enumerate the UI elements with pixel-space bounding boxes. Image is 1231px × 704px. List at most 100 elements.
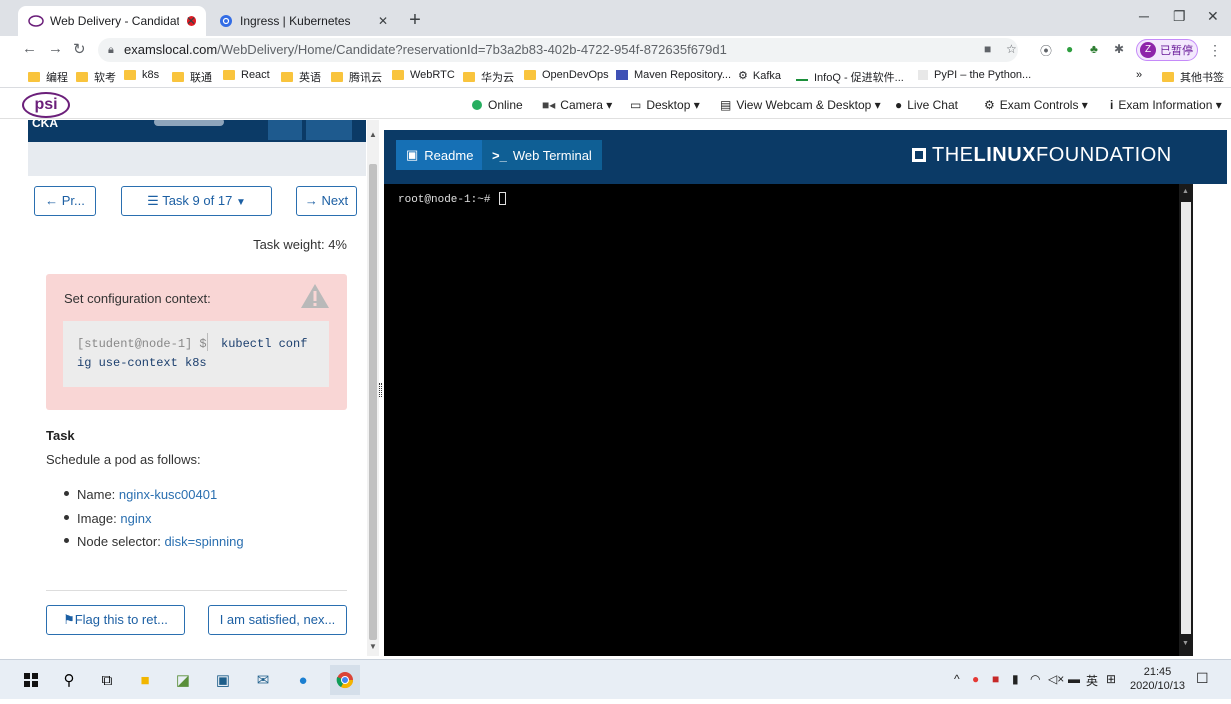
bookmarks-overflow-button[interactable]: » [1136, 69, 1142, 81]
panel-tool-button[interactable] [306, 120, 352, 140]
scroll-up-icon[interactable]: ▲ [1182, 188, 1189, 195]
task-view-icon[interactable]: ⧉ [96, 669, 118, 691]
folder-icon [124, 70, 136, 80]
previous-task-button[interactable]: ← Pr... [34, 186, 96, 216]
notification-icon[interactable]: ☐ [1196, 670, 1209, 687]
extension-off-icon[interactable]: ♣ [1090, 42, 1098, 56]
minimize-icon[interactable]: ─ [1139, 8, 1149, 24]
lock-icon: 🔒︎ [108, 44, 114, 56]
forward-icon[interactable]: → [48, 40, 63, 57]
extensions-puzzle-icon[interactable]: ✱ [1114, 42, 1124, 56]
tray-app-icon[interactable]: ■ [992, 672, 999, 686]
scroll-down-icon[interactable]: ▼ [1182, 640, 1189, 647]
browser-tab-strip: Web Delivery - Candidate ✕ Ingress | Kub… [0, 0, 1231, 36]
camera-indicator-icon[interactable]: ■ [984, 42, 991, 56]
input-language[interactable]: 英 [1086, 672, 1098, 689]
mail-icon[interactable]: ✉ [252, 669, 274, 691]
bookmark-link[interactable]: ⚙︎ Kafka [738, 69, 781, 83]
tab-ingress-kubernetes[interactable]: Ingress | Kubernetes ✕ [208, 6, 398, 36]
chrome-taskbar-icon[interactable] [330, 665, 360, 695]
evernote-icon[interactable]: ● [1066, 42, 1073, 56]
bookmark-link[interactable]: PyPI – the Python... [918, 69, 1031, 81]
address-bar[interactable]: 🔒︎ examslocal.com/WebDelivery/Home/Candi… [98, 38, 1018, 62]
bookmark-folder[interactable]: 腾讯云 [331, 69, 382, 85]
scrollbar-thumb[interactable] [1181, 202, 1191, 634]
bookmark-folder[interactable]: 联通 [172, 69, 212, 85]
next-task-button[interactable]: → Next [296, 186, 357, 216]
close-tab-icon[interactable]: ✕ [378, 14, 388, 28]
profile-button[interactable]: Z 已暂停 [1136, 39, 1198, 61]
scroll-up-icon[interactable]: ▲ [369, 130, 377, 139]
folder-icon [281, 72, 293, 82]
reload-icon[interactable]: ↻ [73, 40, 86, 58]
file-explorer-icon[interactable]: ■ [134, 669, 156, 691]
task-panel-scrollbar[interactable]: ▲ ▼ [367, 120, 379, 656]
splitter-handle[interactable] [379, 383, 382, 397]
task-panel: CKA ← Pr... ☰ Task 9 of 17 ▼ → Next Task… [0, 120, 370, 656]
bookmark-link[interactable]: InfoQ - 促进软件... [796, 69, 904, 85]
camera-menu[interactable]: ■◂ Camera ▾ [542, 98, 612, 112]
bookmark-folder[interactable]: 华为云 [463, 69, 514, 85]
web-terminal[interactable]: root@node-1:~# [384, 184, 1192, 656]
divider [207, 333, 208, 351]
panel-tool-button[interactable] [268, 120, 302, 140]
close-window-icon[interactable]: ✕ [1207, 8, 1219, 25]
view-webcam-desktop-menu[interactable]: ▤ View Webcam & Desktop ▾ [720, 98, 881, 112]
other-bookmarks-folder[interactable]: 其他书签 [1162, 69, 1224, 85]
flag-icon: ⚑ [63, 612, 75, 627]
app-icon[interactable]: ▣ [212, 669, 234, 691]
back-icon[interactable]: ← [22, 40, 37, 57]
requirement-value: nginx-kusc00401 [118, 487, 218, 502]
close-tab-icon[interactable]: ✕ [186, 14, 196, 28]
system-clock[interactable]: 21:45 2020/10/13 [1130, 665, 1185, 693]
exam-controls-menu[interactable]: ⚙︎ Exam Controls ▾ [984, 98, 1088, 112]
scroll-down-icon[interactable]: ▼ [369, 642, 377, 651]
bookmark-folder[interactable]: 软考 [76, 69, 116, 85]
divider [46, 590, 347, 591]
address-row: ← → ↻ 🔒︎ examslocal.com/WebDelivery/Home… [0, 36, 1231, 64]
exam-information-menu[interactable]: i Exam Information ▾ [1110, 98, 1222, 112]
redacted-name [154, 120, 224, 126]
search-icon[interactable]: ⚲ [58, 669, 80, 691]
bookmark-folder[interactable]: WebRTC [392, 69, 455, 81]
folder-icon [76, 72, 88, 82]
folder-icon [331, 72, 343, 82]
battery-icon[interactable]: ▬ [1068, 672, 1080, 686]
bookmark-folder[interactable]: 编程 [28, 69, 68, 85]
menu-kebab-icon[interactable]: ⋮ [1208, 42, 1222, 59]
edge-icon[interactable]: ● [292, 669, 314, 691]
wifi-icon[interactable]: ◠ [1030, 672, 1040, 686]
bookmark-link[interactable]: Maven Repository... [616, 69, 731, 81]
screen: Web Delivery - Candidate ✕ Ingress | Kub… [0, 0, 1231, 704]
tab-label: Ingress | Kubernetes [240, 14, 351, 28]
terminal-cursor [499, 192, 507, 205]
maximize-icon[interactable]: ❐ [1173, 8, 1186, 25]
new-tab-button[interactable]: + [403, 9, 427, 33]
satisfied-next-button[interactable]: I am satisfied, nex... [208, 605, 347, 635]
desktop-menu[interactable]: ▭ Desktop ▾ [630, 98, 700, 112]
live-chat-button[interactable]: ● Live Chat [895, 98, 958, 112]
app-icon[interactable]: ◪ [172, 669, 194, 691]
terminal-scrollbar[interactable]: ▲ ▼ [1179, 184, 1193, 656]
bookmark-folder[interactable]: k8s [124, 69, 159, 81]
bookmark-folder[interactable]: OpenDevOps [524, 69, 609, 81]
ime-mode-icon[interactable]: ⊞ [1106, 672, 1116, 686]
scrollbar-thumb[interactable] [369, 164, 377, 640]
bookmark-folder[interactable]: 英语 [281, 69, 321, 85]
microphone-icon[interactable]: ▮ [1012, 672, 1019, 686]
folder-icon [463, 72, 475, 82]
bookmark-folder[interactable]: React [223, 69, 270, 81]
tab-web-delivery[interactable]: Web Delivery - Candidate ✕ [18, 6, 206, 36]
task-selector-dropdown[interactable]: ☰ Task 9 of 17 ▼ [121, 186, 272, 216]
gears-icon: ⚙︎ [984, 98, 995, 112]
flag-task-button[interactable]: ⚑Flag this to ret... [46, 605, 185, 635]
tray-app-icon[interactable]: ● [972, 672, 979, 686]
tray-overflow-icon[interactable]: ^ [954, 672, 960, 686]
volume-icon[interactable]: ◁× [1048, 672, 1064, 686]
tab-web-terminal[interactable]: >_ Web Terminal [482, 140, 602, 170]
start-icon[interactable] [20, 669, 42, 691]
extension-icon[interactable]: ⦿ [1040, 42, 1052, 59]
context-command-box[interactable]: [student@node-1] $ kubectl conf ig use-c… [63, 321, 329, 387]
tab-readme[interactable]: ▣ Readme [396, 140, 484, 170]
bookmark-star-icon[interactable]: ☆ [1006, 42, 1017, 56]
